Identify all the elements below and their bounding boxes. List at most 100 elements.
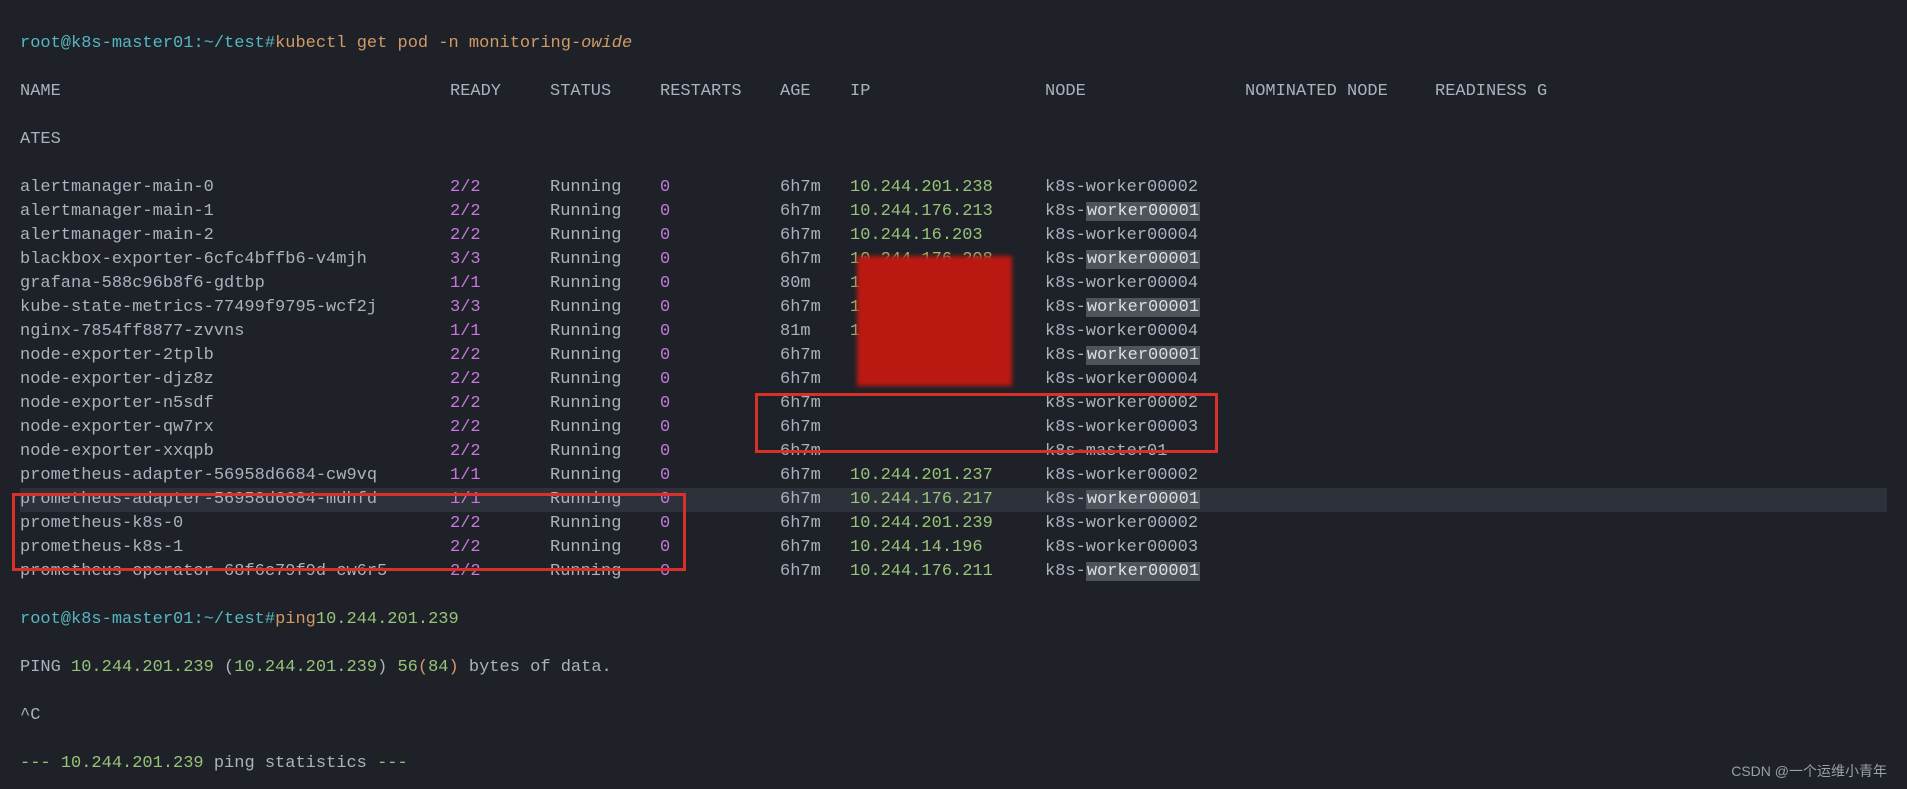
pod-readiness [1435,488,1575,512]
pod-ready: 1/1 [450,464,550,488]
kubectl-cmd: kubectl get pod -n monitoring [275,32,571,56]
col-status: STATUS [550,80,660,104]
pod-node: k8s-worker00001 [1045,248,1245,272]
pod-nominated [1245,440,1435,464]
pod-name: node-exporter-qw7rx [20,416,450,440]
pod-age: 6h7m [780,296,850,320]
pod-restarts: 0 [660,416,780,440]
pod-status: Running [550,176,660,200]
pod-ip: 10.244.201.238 [850,176,1045,200]
pod-ip: 10.244.14.196 [850,536,1045,560]
pod-nominated [1245,536,1435,560]
pod-node: k8s-worker00004 [1045,368,1245,392]
pod-age: 6h7m [780,416,850,440]
pod-node: k8s-master01 [1045,440,1245,464]
pod-ip: 10.244.16.203 [850,224,1045,248]
pod-row: prometheus-adapter-56958d6684-mdhfd1/1Ru… [20,488,1887,512]
pod-ready: 2/2 [450,560,550,584]
pod-nominated [1245,344,1435,368]
pod-status: Running [550,272,660,296]
pod-name: node-exporter-2tplb [20,344,450,368]
pod-nominated [1245,560,1435,584]
pod-restarts: 0 [660,536,780,560]
pod-readiness [1435,392,1575,416]
prompt-user-2: root@k8s-master01:~/test# [20,608,275,632]
pod-name: alertmanager-main-2 [20,224,450,248]
pod-ready: 2/2 [450,224,550,248]
pod-ready: 2/2 [450,344,550,368]
pod-ready: 2/2 [450,416,550,440]
pod-ready: 2/2 [450,392,550,416]
pod-age: 6h7m [780,176,850,200]
pod-restarts: 0 [660,440,780,464]
pod-age: 6h7m [780,440,850,464]
pod-node: k8s-worker00002 [1045,176,1245,200]
pod-restarts: 0 [660,248,780,272]
pod-restarts: 0 [660,512,780,536]
pod-row: prometheus-k8s-12/2Running06h7m10.244.14… [20,536,1887,560]
pod-restarts: 0 [660,224,780,248]
pod-name: node-exporter-xxqpb [20,440,450,464]
col-ready: READY [450,80,550,104]
pod-name: prometheus-k8s-0 [20,512,450,536]
pod-node: k8s-worker00003 [1045,536,1245,560]
pod-node: k8s-worker00001 [1045,344,1245,368]
pod-restarts: 0 [660,392,780,416]
pod-readiness [1435,416,1575,440]
pod-age: 6h7m [780,200,850,224]
pod-nominated [1245,488,1435,512]
pod-name: kube-state-metrics-77499f9795-wcf2j [20,296,450,320]
pod-nominated [1245,416,1435,440]
pod-age: 6h7m [780,512,850,536]
prompt-line-1: root@k8s-master01:~/test# kubectl get po… [20,32,1887,56]
pod-status: Running [550,224,660,248]
pod-node: k8s-worker00004 [1045,272,1245,296]
pod-nominated [1245,248,1435,272]
pod-age: 6h7m [780,488,850,512]
pod-restarts: 0 [660,560,780,584]
pod-restarts: 0 [660,320,780,344]
pod-name: alertmanager-main-0 [20,176,450,200]
pod-row: alertmanager-main-02/2Running06h7m10.244… [20,176,1887,200]
pod-status: Running [550,368,660,392]
ping-ctrlc: ^C [20,704,1887,728]
pod-restarts: 0 [660,176,780,200]
pod-nominated [1245,320,1435,344]
prompt-user: root@k8s-master01:~/test# [20,32,275,56]
pod-readiness [1435,200,1575,224]
terminal[interactable]: root@k8s-master01:~/test# kubectl get po… [0,0,1907,789]
pod-node: k8s-worker00001 [1045,560,1245,584]
pod-readiness [1435,536,1575,560]
pod-status: Running [550,512,660,536]
redaction-block [857,256,1012,386]
pod-status: Running [550,488,660,512]
header-row-cont: ATES [20,128,1887,152]
pod-row: prometheus-adapter-56958d6684-cw9vq1/1Ru… [20,464,1887,488]
pod-node: k8s-worker00004 [1045,320,1245,344]
pod-status: Running [550,440,660,464]
pod-ip [850,440,1045,464]
col-age: AGE [780,80,850,104]
col-nominated: NOMINATED NODE [1245,80,1435,104]
pod-readiness [1435,176,1575,200]
pod-age: 6h7m [780,560,850,584]
pod-age: 6h7m [780,464,850,488]
pod-nominated [1245,272,1435,296]
pod-age: 81m [780,320,850,344]
pod-readiness [1435,440,1575,464]
pod-restarts: 0 [660,488,780,512]
col-readiness: READINESS G [1435,80,1575,104]
pod-node: k8s-worker00002 [1045,512,1245,536]
pod-node: k8s-worker00001 [1045,296,1245,320]
pod-ip: 10.244.201.239 [850,512,1045,536]
pod-age: 80m [780,272,850,296]
pod-restarts: 0 [660,368,780,392]
pod-name: prometheus-adapter-56958d6684-mdhfd [20,488,450,512]
header-cont: ATES [20,128,61,152]
pod-readiness [1435,464,1575,488]
pod-nominated [1245,392,1435,416]
pod-ready: 1/1 [450,320,550,344]
pod-ip [850,392,1045,416]
pod-status: Running [550,416,660,440]
pod-restarts: 0 [660,464,780,488]
